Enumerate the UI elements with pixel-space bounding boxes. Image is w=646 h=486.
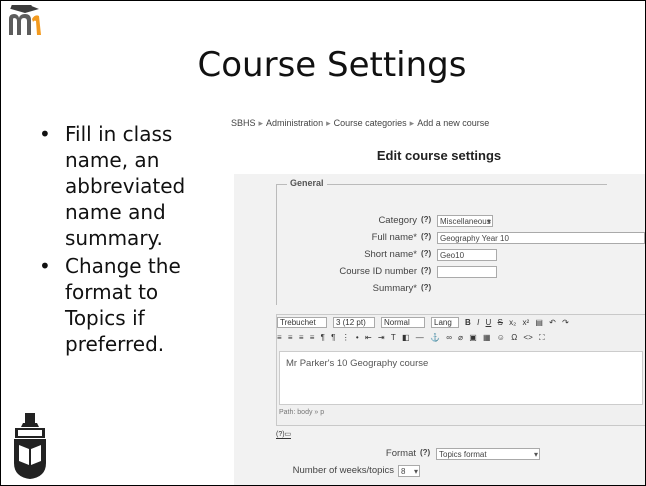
category-select[interactable]: Miscellaneous [437, 215, 493, 227]
bold-icon[interactable]: B [465, 318, 471, 327]
fullname-input[interactable]: Geography Year 10 [437, 232, 645, 244]
help-icon[interactable]: (?) [421, 266, 431, 275]
table-icon[interactable]: ▦ [483, 333, 491, 342]
breadcrumb-item: Add a new course [417, 118, 490, 128]
idnumber-input[interactable] [437, 266, 497, 278]
bullet-item: Change the format to Topics if preferred… [33, 253, 208, 357]
shortname-input[interactable]: Geo10 [437, 249, 497, 261]
breadcrumb: SBHS ▸ Administration ▸ Course categories ▸ Ad… [231, 118, 490, 128]
smiley-icon[interactable]: ☺ [497, 333, 505, 342]
help-icon[interactable]: (?) [421, 249, 431, 258]
italic-icon[interactable]: I [477, 318, 479, 327]
help-icon[interactable]: (?) [421, 215, 431, 224]
underline-icon[interactable]: U [486, 318, 492, 327]
justify-icon[interactable]: ≡ [310, 333, 315, 342]
shortname-label: Short name* [364, 249, 417, 260]
bg-color-icon[interactable]: ◧ [402, 333, 410, 342]
rtl-icon[interactable]: ¶ [331, 333, 335, 342]
bullet-list: Fill in class name, an abbreviated name … [33, 121, 208, 359]
fieldset-legend: General [287, 178, 327, 188]
size-select[interactable]: 3 (12 pt) [332, 317, 375, 328]
general-fieldset: General Category (?) Miscellaneous Full … [276, 178, 645, 305]
code-icon[interactable]: <> [523, 333, 532, 342]
editor-toolbar-1: Trebuchet 3 (12 pt) Normal Lang B I U S … [277, 317, 645, 333]
align-right-icon[interactable]: ≡ [299, 333, 304, 342]
align-left-icon[interactable]: ≡ [277, 333, 282, 342]
link-icon[interactable]: ∞ [446, 333, 452, 342]
fullscreen-icon[interactable]: ⛶ [539, 333, 545, 343]
undo-icon[interactable]: ↶ [549, 318, 556, 327]
subscript-icon[interactable]: x₂ [509, 318, 516, 327]
align-center-icon[interactable]: ≡ [288, 333, 293, 342]
strikethrough-icon[interactable]: S [498, 318, 503, 327]
course-settings-screenshot: SBHS ▸ Administration ▸ Course categories ▸ Ad… [231, 114, 645, 485]
breadcrumb-item[interactable]: SBHS [231, 118, 256, 128]
help-icon[interactable]: (?) [421, 283, 431, 292]
moodle-m-icon [9, 5, 41, 35]
bullet-item: Fill in class name, an abbreviated name … [33, 121, 208, 251]
format-select[interactable]: Topics format [436, 448, 540, 460]
redo-icon[interactable]: ↷ [562, 318, 569, 327]
editor-toolbar-2: ≡ ≡ ≡ ≡ ¶ ¶ ⋮ • ⇤ ⇥ T ◧ — ⚓ ∞ ⌀ ▣ ▦ ☺ Ω … [277, 333, 645, 349]
ordered-list-icon[interactable]: ⋮ [342, 333, 350, 342]
editor-help-icon[interactable]: (?)▭ [276, 430, 292, 439]
style-select[interactable]: Normal [381, 317, 425, 328]
fullname-label: Full name* [371, 232, 417, 243]
hr-icon[interactable]: — [416, 333, 424, 342]
category-label: Category [378, 215, 417, 226]
help-icon[interactable]: (?) [421, 232, 431, 241]
school-crest-icon [14, 413, 46, 479]
summary-editor: Trebuchet 3 (12 pt) Normal Lang B I U S … [276, 314, 645, 426]
summary-textarea[interactable]: Mr Parker's 10 Geography course [279, 351, 643, 405]
ltr-icon[interactable]: ¶ [321, 333, 325, 342]
slide-title: Course Settings [197, 45, 467, 85]
slide: Course Settings Fill in class name, an a… [0, 0, 646, 486]
weeks-select[interactable]: 8 [398, 465, 420, 477]
idnumber-label: Course ID number [339, 266, 417, 277]
editor-path: Path: body » p [279, 409, 325, 416]
special-char-icon[interactable]: Ω [511, 333, 517, 342]
unlink-icon[interactable]: ⌀ [458, 333, 463, 342]
font-select[interactable]: Trebuchet [277, 317, 327, 328]
page-heading: Edit course settings [376, 148, 502, 163]
settings-panel: General Category (?) Miscellaneous Full … [234, 174, 645, 485]
outdent-icon[interactable]: ⇤ [365, 333, 372, 342]
superscript-icon[interactable]: x² [522, 318, 529, 327]
breadcrumb-item[interactable]: Course categories [334, 118, 407, 128]
format-label: Format [385, 448, 416, 459]
lang-select[interactable]: Lang [431, 317, 459, 328]
help-icon[interactable]: (?) [420, 448, 430, 457]
text-color-icon[interactable]: T [391, 333, 396, 342]
breadcrumb-item[interactable]: Administration [266, 118, 323, 128]
anchor-icon[interactable]: ⚓ [430, 333, 440, 342]
weeks-label: Number of weeks/topics [292, 465, 394, 476]
paste-icon[interactable]: ▤ [535, 318, 543, 327]
unordered-list-icon[interactable]: • [356, 333, 359, 342]
indent-icon[interactable]: ⇥ [378, 333, 385, 342]
moodle-logo [5, 3, 45, 35]
summary-label: Summary* [372, 283, 417, 294]
image-icon[interactable]: ▣ [469, 333, 477, 342]
